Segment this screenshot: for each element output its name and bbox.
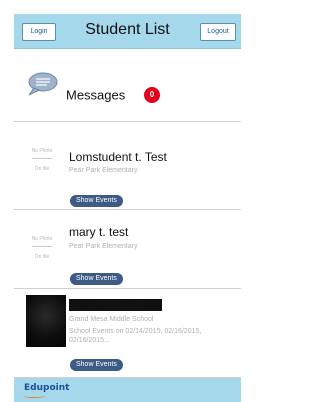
school-name: Pear Park Elementary (69, 243, 138, 250)
chat-bubble-icon (28, 72, 58, 96)
school-name: Pear Park Elementary (69, 167, 138, 174)
no-photo-placeholder: No Photo On file (18, 220, 66, 268)
no-photo-divider (32, 158, 52, 159)
messages-label: Messages (66, 87, 126, 103)
top-bar: Login Student List Logout (14, 14, 241, 49)
student-name: mary t. test (69, 225, 129, 239)
edupoint-logo: Edupoint (24, 383, 70, 393)
logout-button[interactable]: Logout (200, 23, 236, 41)
no-photo-text: No Photo (31, 148, 53, 154)
no-photo-text: No Photo (31, 236, 53, 242)
show-events-button[interactable]: Show Events (70, 273, 123, 285)
student-name: Lomstudent t. Test (69, 150, 167, 164)
student-row[interactable]: No Photo On file mary t. test Pear Park … (14, 210, 241, 289)
no-photo-placeholder: No Photo On file (18, 132, 66, 180)
messages-count-badge: 0 (144, 87, 160, 103)
student-row[interactable]: Nathan H. Daniels Grand Mesa Middle Scho… (14, 289, 241, 378)
on-file-text: On file (34, 166, 50, 172)
app-screen: Login Student List Logout Messages 0 No … (14, 14, 241, 402)
logo-swoosh (23, 394, 45, 398)
footer-bar: Edupoint (14, 378, 241, 402)
student-row[interactable]: No Photo On file Lomstudent t. Test Pear… (14, 122, 241, 210)
school-name: Grand Mesa Middle School (69, 316, 154, 323)
on-file-text: On file (34, 254, 50, 260)
student-name-redacted: Nathan H. Daniels (69, 299, 163, 311)
messages-row[interactable]: Messages 0 (14, 49, 241, 122)
show-events-button[interactable]: Show Events (70, 195, 123, 207)
school-events-text: School Events on 02/14/2015, 02/16/2015,… (69, 328, 202, 344)
student-photo (26, 295, 66, 347)
no-photo-divider (32, 246, 52, 247)
show-events-button[interactable]: Show Events (70, 359, 123, 371)
